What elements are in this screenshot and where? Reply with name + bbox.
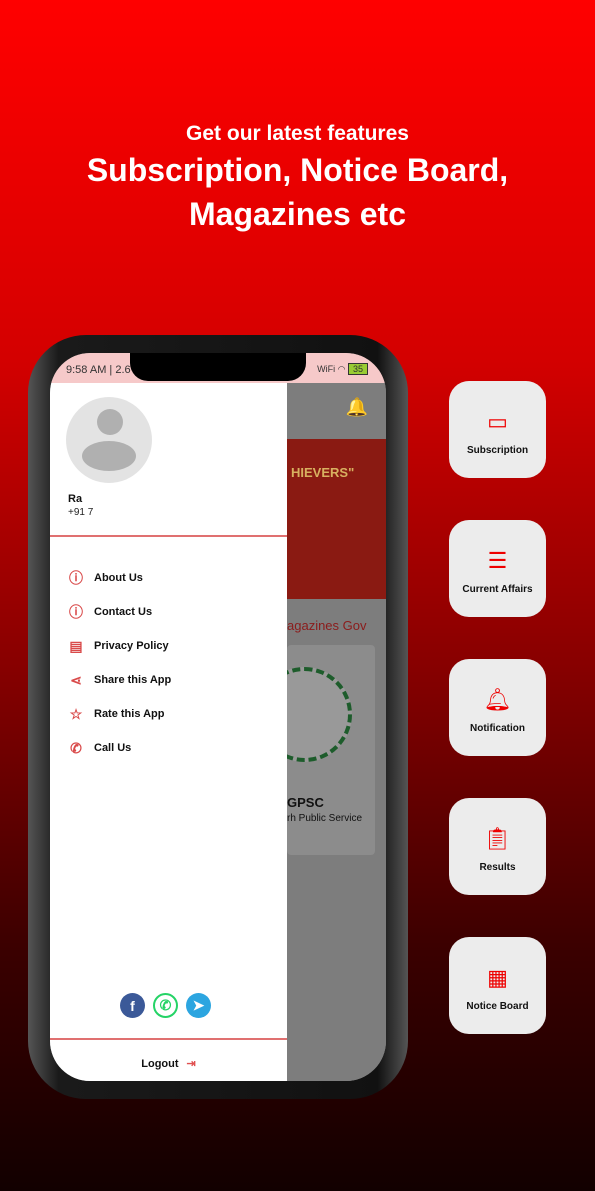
feature-label: Subscription — [466, 445, 529, 456]
menu-label: Call Us — [94, 742, 132, 754]
notch — [130, 353, 306, 381]
feature-label: Current Affairs — [462, 584, 533, 595]
menu-contact-us[interactable]: ⓘ Contact Us — [67, 595, 171, 629]
document-icon: ▤ — [69, 637, 83, 654]
menu-privacy-policy[interactable]: ▤ Privacy Policy — [67, 629, 171, 663]
telegram-icon[interactable]: ➤ — [186, 993, 211, 1018]
divider — [50, 1038, 287, 1040]
menu-about-us[interactable]: ⓘ About Us — [67, 561, 171, 595]
feature-notice-board[interactable]: ▦ Notice Board — [449, 937, 546, 1034]
logout-button[interactable]: Logout ⇥ — [50, 1057, 287, 1070]
bell-icon: 🔔︎ — [483, 687, 512, 712]
hero-title-1: Subscription, Notice Board, — [86, 152, 509, 188]
divider — [50, 535, 287, 537]
clipboard-icon: 📋︎ — [483, 826, 512, 851]
phone-icon: ✆ — [70, 739, 82, 756]
feature-label: Notice Board — [466, 1001, 529, 1012]
menu-label: Share this App — [94, 674, 172, 686]
menu-label: Privacy Policy — [94, 640, 169, 652]
card-desc: rh Public Service — [287, 813, 363, 824]
background-tabs[interactable]: agazines Gov — [287, 618, 367, 633]
bell-icon[interactable]: 🔔 — [346, 397, 368, 418]
user-name: Ra — [68, 493, 83, 505]
feature-notification[interactable]: 🔔︎ Notification — [449, 659, 546, 756]
menu-label: Rate this App — [94, 708, 165, 720]
network-label: WiFi — [317, 364, 336, 374]
hero: Get our latest features Subscription, No… — [0, 122, 595, 234]
menu-label: Contact Us — [94, 606, 153, 618]
logout-label: Logout — [141, 1058, 179, 1070]
social-links: f ✆ ➤ — [120, 993, 211, 1018]
menu-label: About Us — [94, 572, 143, 584]
battery-icon: 35 — [347, 363, 368, 375]
feature-label: Notification — [470, 723, 525, 734]
user-phone: +91 7 — [68, 507, 94, 518]
help-circle-icon: ⓘ — [69, 570, 83, 586]
whatsapp-icon[interactable]: ✆ — [153, 993, 178, 1018]
feature-label: Results — [479, 862, 516, 873]
card-title: GPSC — [287, 795, 324, 810]
hero-subtitle: Get our latest features — [186, 122, 409, 145]
drawer-menu: ⓘ About Us ⓘ Contact Us ▤ Privacy Policy ⋖ S… — [67, 561, 171, 765]
share-icon: ⋖ — [70, 671, 82, 688]
feature-current-affairs[interactable]: ☰ Current Affairs — [449, 520, 546, 617]
facebook-icon[interactable]: f — [120, 993, 145, 1018]
menu-share-app[interactable]: ⋖ Share this App — [67, 663, 171, 697]
logout-icon: ⇥ — [186, 1058, 196, 1070]
notice-board-icon: ▦ — [487, 965, 508, 990]
hero-title-2: Magazines etc — [189, 196, 406, 232]
menu-rate-app[interactable]: ☆ Rate this App — [67, 697, 171, 731]
phone-screen: 9:58 AM | 2.6 WiFi ◠ 35 🔔 HIEVERS" agazi… — [50, 353, 386, 1081]
wifi-icon: ◠ — [337, 364, 346, 374]
navigation-drawer: Ra +91 7 ⓘ About Us ⓘ Contact Us ▤ Privacy … — [50, 383, 287, 1081]
background-card[interactable]: GPSC rh Public Service — [257, 645, 375, 855]
feature-results[interactable]: 📋︎ Results — [449, 798, 546, 895]
status-time: 9:58 AM | 2.6 — [66, 364, 131, 376]
card-icon: ▭ — [487, 409, 508, 434]
star-icon: ☆ — [69, 705, 83, 722]
feature-subscription[interactable]: ▭ Subscription — [449, 381, 546, 478]
book-icon: ☰ — [487, 548, 508, 573]
phone-mockup: 9:58 AM | 2.6 WiFi ◠ 35 🔔 HIEVERS" agazi… — [28, 335, 408, 1099]
banner[interactable]: HIEVERS" — [287, 439, 386, 599]
help-circle-icon: ⓘ — [69, 604, 83, 620]
menu-call-us[interactable]: ✆ Call Us — [67, 731, 171, 765]
avatar[interactable] — [66, 397, 152, 483]
banner-text: HIEVERS" — [291, 465, 355, 480]
